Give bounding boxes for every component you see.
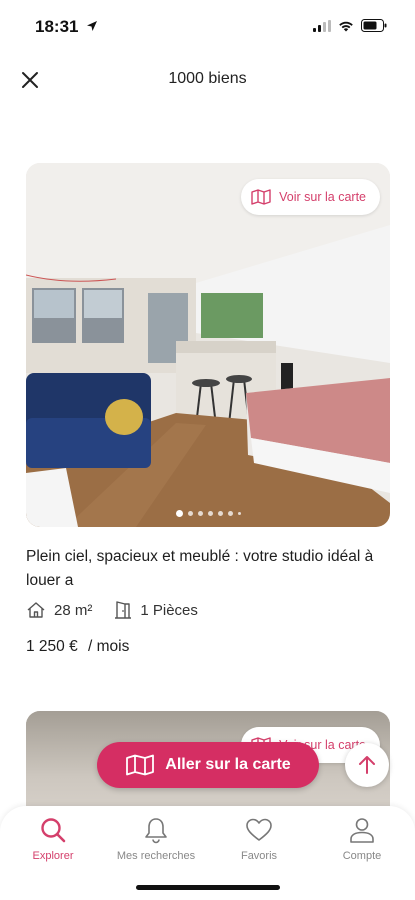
go-to-map-label: Aller sur la carte (165, 756, 291, 773)
carousel-dot[interactable] (197, 511, 203, 516)
heart-icon (246, 818, 272, 841)
battery-icon (361, 19, 387, 37)
tab-favoris-label: Favoris (240, 850, 278, 862)
tab-compte-label: Compte (342, 850, 382, 862)
top-bar: 1000 biens (0, 58, 415, 102)
map-icon (126, 754, 155, 776)
page-title: 1000 biens (168, 70, 247, 87)
carousel-dot[interactable] (207, 511, 213, 516)
tab-explorer-label: Explorer (32, 850, 74, 862)
carousel-dot[interactable] (237, 512, 241, 515)
carousel-dot[interactable] (217, 511, 223, 516)
listing-title[interactable]: Plein ciel, spacieux et meublé : votre s… (26, 545, 386, 593)
price-amount: 1 250 € (26, 638, 78, 655)
view-on-map-label: Voir sur la carte (279, 190, 366, 204)
listing-card[interactable]: Voir sur la carte (26, 163, 390, 527)
listing-photo[interactable] (26, 163, 390, 527)
price-period: / mois (88, 638, 130, 655)
wifi-icon (338, 19, 354, 37)
area-value: 28 m² (54, 601, 93, 619)
signal-icon (313, 19, 331, 37)
arrow-up-icon (359, 756, 375, 774)
map-icon (251, 189, 271, 205)
rooms-value: 1 Pièces (140, 601, 198, 619)
status-time: 18:31 (35, 17, 79, 36)
rooms-feature: 1 Pièces (114, 600, 198, 620)
door-icon (115, 601, 132, 619)
listing-price: 1 250 € / mois (26, 638, 129, 656)
listing-features: 28 m² 1 Pièces (26, 600, 220, 620)
tab-explorer[interactable]: Explorer (3, 816, 103, 862)
carousel-indicator (26, 510, 390, 517)
user-icon (350, 818, 374, 843)
tab-mes-recherches-label: Mes recherches (116, 850, 196, 862)
carousel-dot[interactable] (175, 510, 183, 517)
view-on-map-button[interactable]: Voir sur la carte (241, 179, 380, 215)
search-icon (41, 818, 66, 843)
home-indicator (136, 885, 280, 890)
status-bar: 18:31 (0, 0, 415, 50)
tab-favoris[interactable]: Favoris (209, 816, 309, 862)
carousel-dot[interactable] (227, 511, 233, 516)
house-icon (27, 602, 45, 618)
tab-mes-recherches[interactable]: Mes recherches (106, 816, 206, 862)
location-arrow-icon (86, 19, 98, 37)
area-feature: 28 m² (26, 601, 92, 619)
scroll-to-top-button[interactable] (345, 743, 389, 787)
go-to-map-button[interactable]: Aller sur la carte (97, 742, 319, 788)
tab-compte[interactable]: Compte (312, 816, 412, 862)
bell-icon (145, 818, 167, 844)
carousel-dot[interactable] (187, 511, 193, 516)
